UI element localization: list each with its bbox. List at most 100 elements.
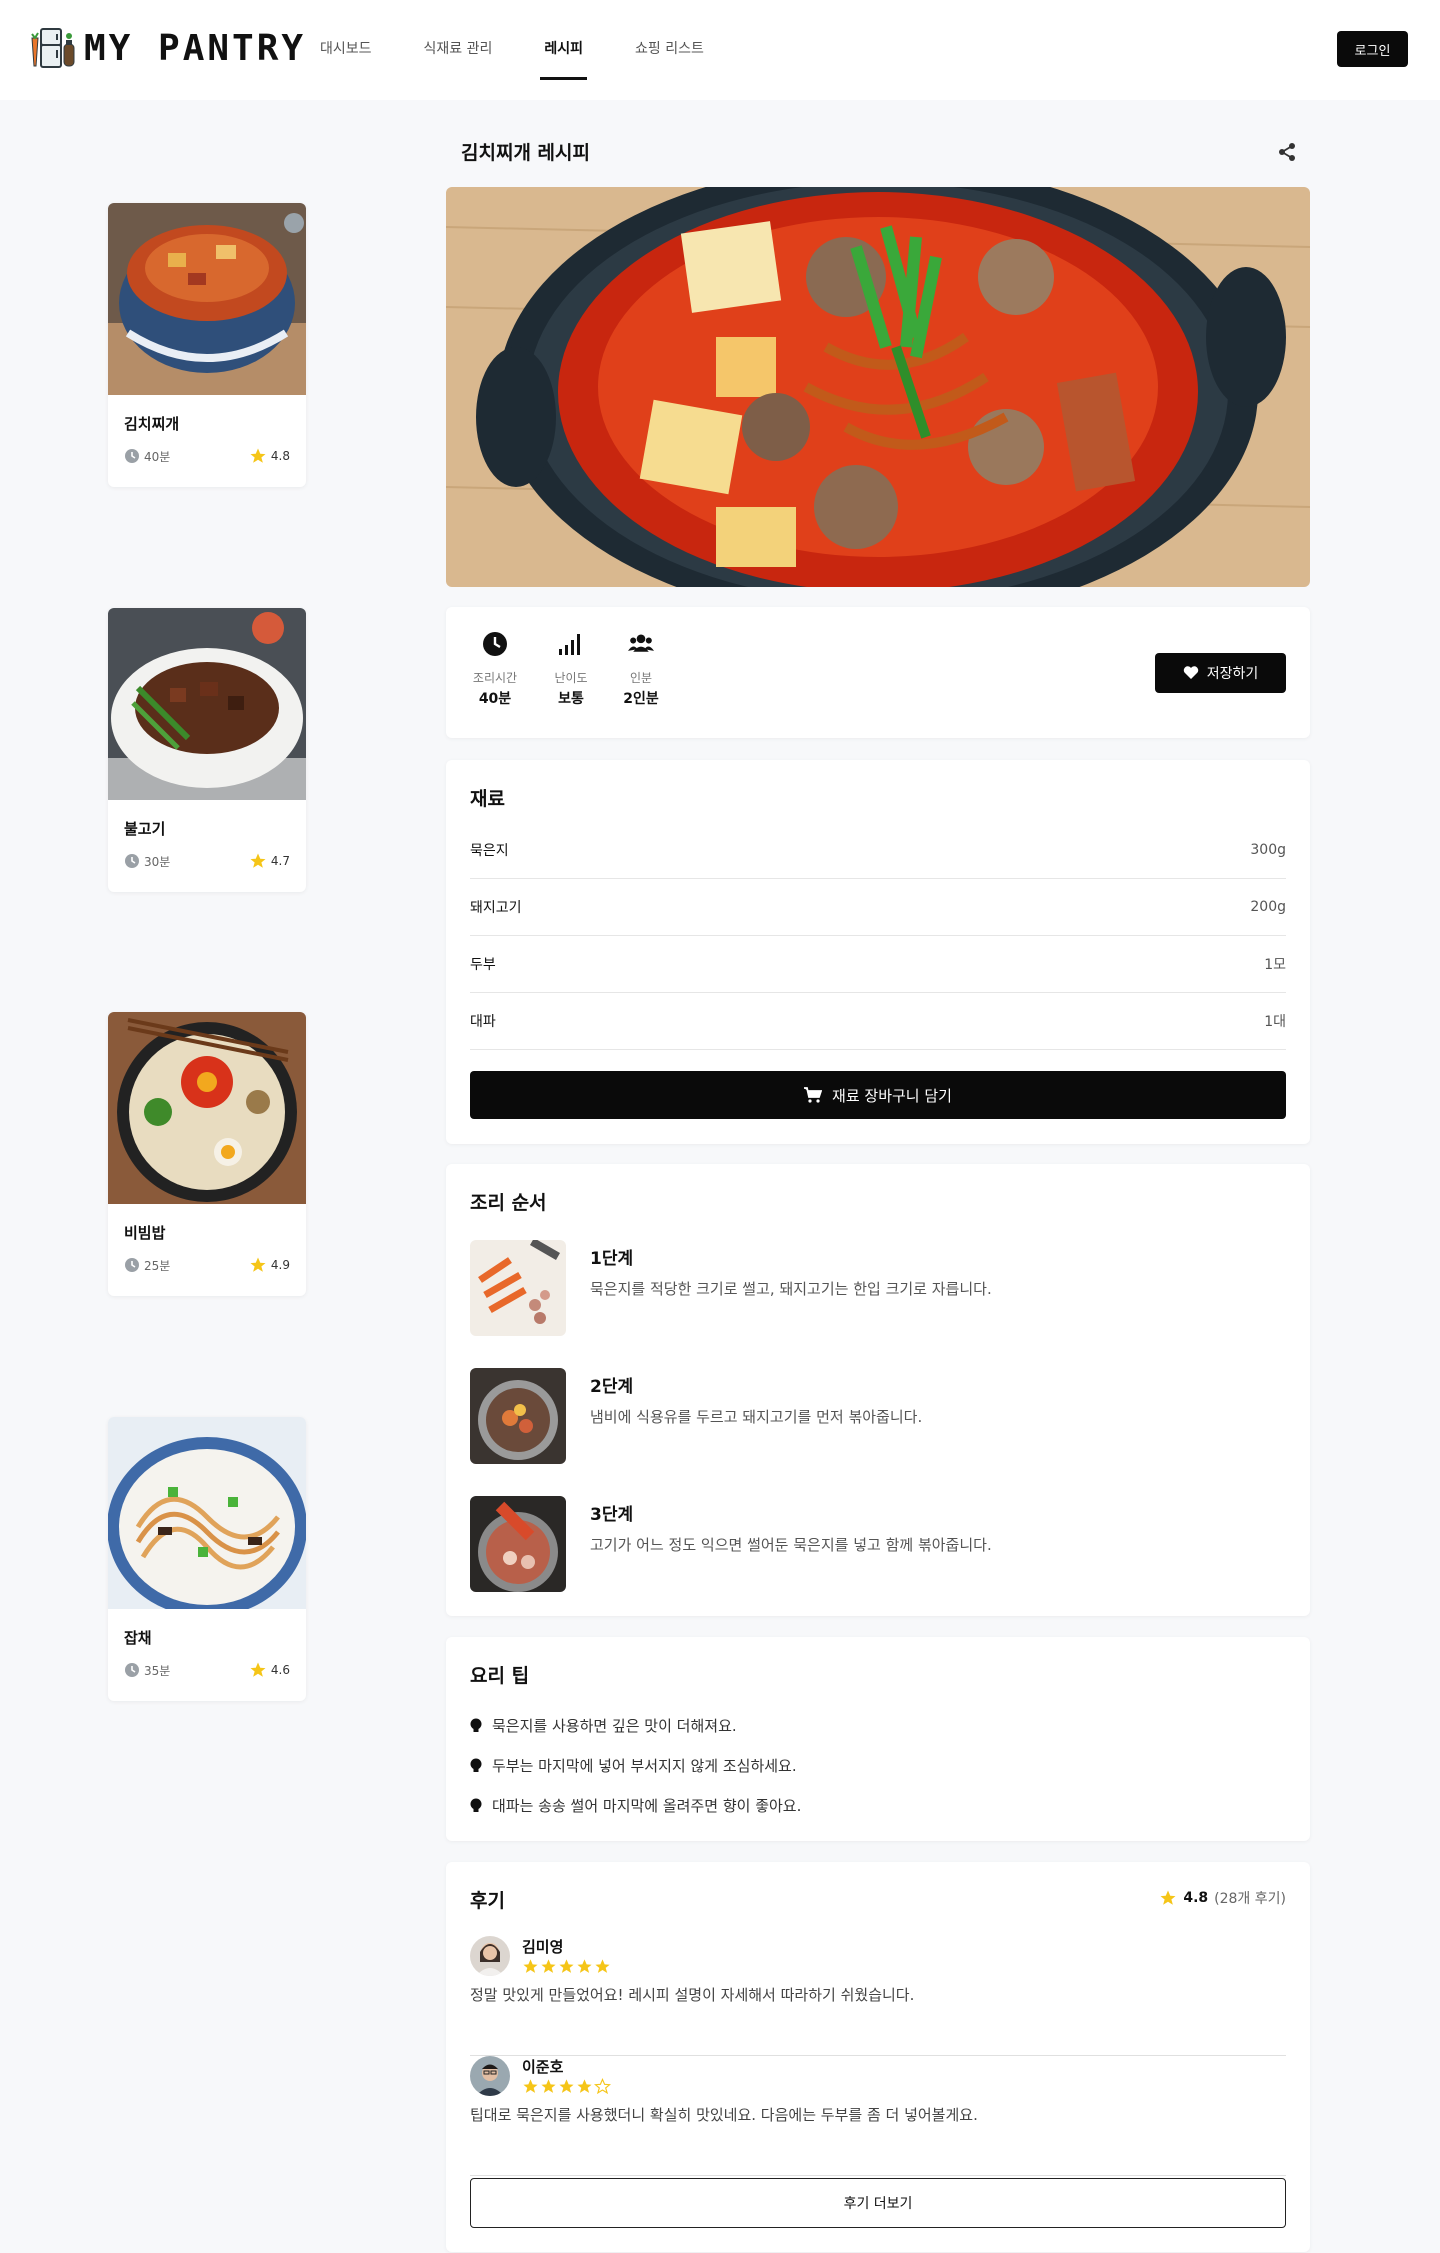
clock-icon <box>125 449 139 463</box>
tip-item: 두부는 마지막에 넣어 부서지지 않게 조심하세요. <box>470 1755 797 1776</box>
rating-value: 4.6 <box>270 1663 290 1677</box>
side-recipe-card[interactable]: 잡채 35분 4.6 <box>108 1417 306 1701</box>
ingredient-row: 대파 1대 <box>470 993 1286 1050</box>
tip-text: 두부는 마지막에 넣어 부서지지 않게 조심하세요. <box>492 1757 797 1775</box>
clock-icon <box>125 1663 139 1677</box>
step-description: 묵은지를 적당한 크기로 썰고, 돼지고기는 한입 크기로 자릅니다. <box>590 1280 992 1298</box>
step-description: 고기가 어느 정도 익으면 썰어둔 묵은지를 넣고 함께 볶아줍니다. <box>590 1536 992 1554</box>
star-icon <box>523 2079 538 2093</box>
nav-shopping-list[interactable]: 쇼핑 리스트 <box>635 0 704 80</box>
section-title: 요리 팁 <box>470 1665 530 1687</box>
ingredient-row: 묵은지 300g <box>470 822 1286 879</box>
signal-bars-icon <box>559 634 580 655</box>
review-text: 팁대로 묵은지를 사용했더니 확실히 맛있네요. 다음에는 두부를 좀 더 넣어… <box>470 2106 978 2124</box>
step-image <box>470 1240 566 1336</box>
average-rating: 4.8 <box>1183 1890 1209 1906</box>
clock-icon <box>125 1258 139 1272</box>
step-item: 3단계 고기가 어느 정도 익으면 썰어둔 묵은지를 넣고 함께 볶아줍니다. <box>470 1496 1286 1594</box>
tip-item: 대파는 송송 썰어 마지막에 올려주면 향이 좋아요. <box>470 1795 801 1816</box>
step-description: 냄비에 식용유를 두르고 돼지고기를 먼저 볶아줍니다. <box>590 1408 923 1426</box>
cook-time: 35분 <box>144 1663 171 1678</box>
section-title: 후기 <box>470 1890 505 1912</box>
more-reviews-button[interactable]: 후기 더보기 <box>470 2178 1286 2228</box>
reviewer-name: 이준호 <box>522 2058 564 2076</box>
star-icon <box>595 1959 610 1973</box>
lightbulb-icon <box>470 1718 482 1732</box>
review-stars <box>522 1958 611 1975</box>
cook-time: 25분 <box>144 1258 171 1273</box>
step-title: 1단계 <box>590 1249 634 1269</box>
star-icon <box>559 1959 574 1973</box>
side-recipe-card[interactable]: 비빔밥 25분 4.9 <box>108 1012 306 1296</box>
nav-dashboard[interactable]: 대시보드 <box>320 0 372 80</box>
stat-value: 보통 <box>558 691 584 707</box>
cart-label: 재료 장바구니 담기 <box>832 1086 952 1105</box>
review-text: 정말 맛있게 만들었어요! 레시피 설명이 자세해서 따라하기 쉬웠습니다. <box>470 1986 915 2004</box>
stat-label: 인분 <box>629 671 653 685</box>
top-header: MY PANTRY 대시보드 식재료 관리 레시피 쇼핑 리스트 로그인 <box>0 0 1440 100</box>
save-label: 저장하기 <box>1206 666 1259 682</box>
star-icon <box>577 1959 592 1973</box>
reviews-section: 후기 4.8 (28개 후기) 김미영 정말 맛있게 만들었어요! 레시피 설명… <box>446 1862 1310 2252</box>
star-icon <box>250 853 266 868</box>
nav-ingredients[interactable]: 식재료 관리 <box>424 0 493 80</box>
stat-cook-time: 조리시간 40분 <box>460 631 530 708</box>
star-outline-icon <box>594 2078 611 2095</box>
review-stars <box>522 2078 611 2095</box>
stat-value: 2인분 <box>623 691 659 707</box>
cooking-steps-section: 조리 순서 1단계 묵은지를 적당한 크기로 썰고, 돼지고기는 한입 크기로 … <box>446 1164 1310 1616</box>
recipe-thumbnail <box>108 1012 306 1204</box>
step-title: 3단계 <box>590 1505 634 1525</box>
recipe-name: 잡채 <box>124 1629 152 1647</box>
ingredient-name: 대파 <box>470 1014 496 1030</box>
star-icon <box>541 1959 556 1973</box>
step-image <box>470 1368 566 1464</box>
rating-summary: 4.8 (28개 후기) <box>1159 1888 1286 1908</box>
step-item: 1단계 묵은지를 적당한 크기로 썰고, 돼지고기는 한입 크기로 자릅니다. <box>470 1240 1286 1338</box>
section-title: 재료 <box>470 788 505 810</box>
ingredient-row: 돼지고기 200g <box>470 879 1286 936</box>
rating-value: 4.7 <box>270 854 290 868</box>
stat-servings: 인분 2인분 <box>606 631 676 708</box>
ingredient-amount: 1모 <box>1264 957 1286 973</box>
reviewer-name: 김미영 <box>522 1938 564 1956</box>
nav-recipes[interactable]: 레시피 <box>540 0 587 80</box>
star-icon <box>1160 1890 1176 1905</box>
step-item: 2단계 냄비에 식용유를 두르고 돼지고기를 먼저 볶아줍니다. <box>470 1368 1286 1466</box>
recipe-thumbnail <box>108 203 306 395</box>
clock-icon <box>125 854 139 868</box>
lightbulb-icon <box>470 1798 482 1812</box>
stat-value: 40분 <box>478 691 512 707</box>
add-to-cart-button[interactable]: 재료 장바구니 담기 <box>470 1071 1286 1119</box>
avatar <box>470 1936 510 1976</box>
review-item: 김미영 정말 맛있게 만들었어요! 레시피 설명이 자세해서 따라하기 쉬웠습니… <box>470 1936 1286 2056</box>
ingredient-amount: 300g <box>1250 842 1286 858</box>
logo-text: MY PANTRY <box>84 27 307 69</box>
recipe-name: 비빔밥 <box>124 1224 166 1242</box>
clock-icon <box>483 632 507 656</box>
share-icon[interactable] <box>1277 142 1297 162</box>
star-icon <box>250 448 266 463</box>
tip-item: 묵은지를 사용하면 깊은 맛이 더해져요. <box>470 1715 737 1736</box>
rating-value: 4.9 <box>270 1258 290 1272</box>
ingredient-amount: 1대 <box>1264 1014 1286 1030</box>
cook-time: 40분 <box>144 449 171 464</box>
recipe-thumbnail <box>108 1417 306 1609</box>
recipe-hero-image <box>446 187 1310 587</box>
lightbulb-icon <box>470 1758 482 1772</box>
recipe-thumbnail <box>108 608 306 800</box>
side-recipe-card[interactable]: 불고기 30분 4.7 <box>108 608 306 892</box>
star-icon <box>559 2079 574 2093</box>
tip-text: 대파는 송송 썰어 마지막에 올려주면 향이 좋아요. <box>492 1797 802 1815</box>
star-icon <box>250 1662 266 1677</box>
login-button[interactable]: 로그인 <box>1337 31 1408 67</box>
step-image <box>470 1496 566 1592</box>
review-count: (28개 후기) <box>1214 1891 1286 1907</box>
side-recipe-card[interactable]: 김치찌개 40분 4.8 <box>108 203 306 487</box>
stat-label: 조리시간 <box>472 671 518 685</box>
star-icon <box>250 1257 266 1272</box>
pantry-logo-icon <box>26 26 78 70</box>
save-recipe-button[interactable]: 저장하기 <box>1155 653 1286 693</box>
users-icon <box>628 634 654 652</box>
logo[interactable]: MY PANTRY <box>26 26 306 70</box>
